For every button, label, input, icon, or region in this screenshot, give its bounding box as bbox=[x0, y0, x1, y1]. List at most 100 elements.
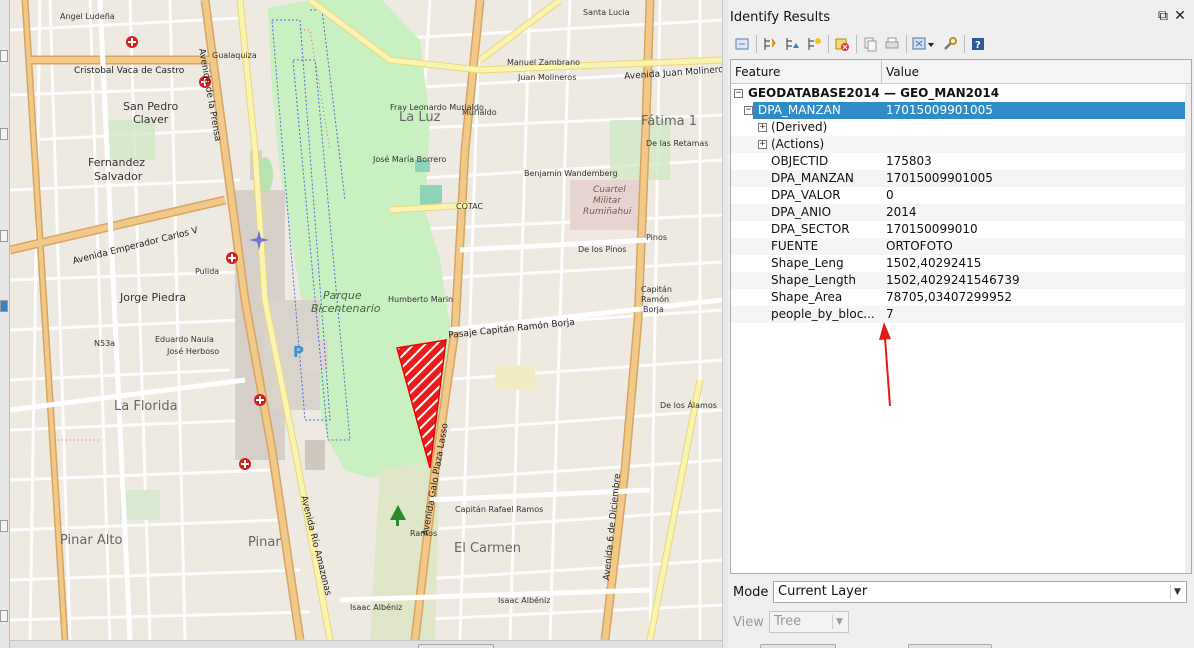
map-label: Manuel Zambrano bbox=[507, 58, 581, 67]
attribute-field: DPA_MANZAN bbox=[771, 171, 854, 185]
panel-title: Identify Results bbox=[730, 10, 831, 25]
tree-group-row[interactable]: + (Actions) bbox=[731, 136, 1191, 153]
map-label: Angel Ludeña bbox=[60, 12, 115, 21]
chevron-down-icon[interactable]: ▼ bbox=[1170, 585, 1184, 599]
map-label: Pulida bbox=[195, 267, 220, 276]
panel-bottom-button[interactable] bbox=[908, 644, 992, 648]
attribute-value: 0 bbox=[886, 188, 894, 202]
chevron-down-icon[interactable]: ▼ bbox=[832, 615, 846, 629]
attribute-row[interactable]: Shape_Length 1502,4029241546739 bbox=[731, 272, 1191, 289]
map-label: Ramón bbox=[641, 295, 670, 304]
expand-icon[interactable]: + bbox=[758, 123, 767, 132]
strip-button[interactable] bbox=[0, 230, 8, 242]
attribute-value: 175803 bbox=[886, 154, 932, 168]
view-select[interactable]: Tree ▼ bbox=[769, 611, 849, 633]
attribute-field: DPA_SECTOR bbox=[771, 222, 850, 236]
map-label: De las Retamas bbox=[646, 139, 709, 148]
group-label: (Actions) bbox=[771, 137, 825, 151]
expand-all-icon[interactable] bbox=[782, 34, 802, 54]
map-label: Murialdo bbox=[462, 108, 497, 117]
clear-results-icon[interactable] bbox=[832, 34, 852, 54]
column-header-value[interactable]: Value bbox=[882, 60, 1191, 84]
attribute-value: 2014 bbox=[886, 205, 917, 219]
collapse-icon[interactable]: − bbox=[734, 89, 743, 98]
column-header-feature[interactable]: Feature bbox=[731, 60, 882, 84]
attribute-row[interactable]: Shape_Leng 1502,40292415 bbox=[731, 255, 1191, 272]
attribute-field: people_by_bloc... bbox=[771, 307, 875, 321]
map-label: Militar bbox=[593, 196, 622, 206]
map-label: Bicentenario bbox=[311, 302, 381, 315]
strip-button[interactable] bbox=[0, 520, 8, 532]
expand-new-icon[interactable] bbox=[804, 34, 824, 54]
map-bottom-button[interactable] bbox=[418, 644, 494, 648]
attribute-row[interactable]: OBJECTID 175803 bbox=[731, 153, 1191, 170]
mode-select[interactable]: Current Layer ▼ bbox=[773, 581, 1187, 603]
expand-icon[interactable] bbox=[732, 34, 752, 54]
attribute-value: 1502,40292415 bbox=[886, 256, 982, 270]
attribute-field: Shape_Area bbox=[771, 290, 843, 304]
svg-text:?: ? bbox=[975, 40, 981, 51]
view-label: View bbox=[733, 615, 764, 630]
attribute-field: FUENTE bbox=[771, 239, 819, 253]
attribute-row[interactable]: DPA_ANIO 2014 bbox=[731, 204, 1191, 221]
collapse-all-icon[interactable] bbox=[760, 34, 780, 54]
attribute-value: 17015009901005 bbox=[886, 171, 993, 185]
group-label: (Derived) bbox=[771, 120, 828, 134]
map-label: La Luz bbox=[399, 110, 441, 125]
settings-wrench-icon[interactable] bbox=[940, 34, 960, 54]
help-icon[interactable]: ? bbox=[968, 34, 988, 54]
view-row: View Tree ▼ bbox=[732, 611, 932, 633]
tree-layer-row[interactable]: − GEODATABASE2014 — GEO_MAN2014 bbox=[731, 85, 1191, 102]
map-label: COTAC bbox=[456, 202, 484, 211]
tree-scrollbar[interactable] bbox=[1185, 84, 1191, 573]
annotation-arrow-icon bbox=[879, 322, 891, 407]
attribute-field: DPA_ANIO bbox=[771, 205, 832, 219]
map-label: Juan Molineros bbox=[518, 73, 577, 82]
map-label: Fernandez bbox=[88, 156, 146, 169]
close-icon[interactable]: ✕ bbox=[1172, 8, 1188, 24]
map-canvas[interactable]: P Cristobal Vaca de Castro San Pedro Cla… bbox=[10, 0, 722, 640]
map-label: Isaac Albéniz bbox=[498, 596, 551, 605]
identify-toolbar: ? bbox=[732, 32, 1192, 56]
feature-value: 17015009901005 bbox=[886, 103, 993, 117]
map-label: Rumiñahui bbox=[583, 207, 632, 217]
map-label: De los Pinos bbox=[578, 245, 627, 254]
strip-button[interactable] bbox=[0, 50, 8, 62]
identify-mode-icon[interactable] bbox=[910, 34, 938, 54]
attribute-row[interactable]: people_by_bloc... 7 bbox=[731, 306, 1191, 323]
expand-icon[interactable]: + bbox=[758, 140, 767, 149]
map-label: Cuartel bbox=[593, 185, 626, 195]
attribute-row[interactable]: FUENTE ORTOFOTO bbox=[731, 238, 1191, 255]
identify-results-tree[interactable]: Feature Value − GEODATABASE2014 — GEO_MA… bbox=[730, 59, 1192, 574]
map-label: Pinos bbox=[646, 233, 668, 242]
tree-group-row[interactable]: + (Derived) bbox=[731, 119, 1191, 136]
attribute-row[interactable]: Shape_Area 78705,03407299952 bbox=[731, 289, 1191, 306]
attribute-row[interactable]: DPA_VALOR 0 bbox=[731, 187, 1191, 204]
strip-button[interactable] bbox=[0, 300, 8, 312]
collapse-icon[interactable]: − bbox=[744, 106, 753, 115]
mode-label: Mode bbox=[733, 585, 769, 600]
identify-results-panel: Identify Results ⧉ ✕ ? Feature Value − G… bbox=[728, 0, 1194, 648]
attribute-row[interactable]: DPA_MANZAN 17015009901005 bbox=[731, 170, 1191, 187]
map-label: Borja bbox=[643, 305, 664, 314]
left-toolbar-strip bbox=[0, 0, 10, 648]
map-label: Cristobal Vaca de Castro bbox=[74, 66, 185, 76]
attribute-value: 78705,03407299952 bbox=[886, 290, 1012, 304]
app-window: P Cristobal Vaca de Castro San Pedro Cla… bbox=[0, 0, 1194, 648]
map-label: Parque bbox=[323, 289, 362, 302]
layer-name: GEODATABASE2014 — GEO_MAN2014 bbox=[748, 86, 1000, 100]
map-label: Pinar bbox=[248, 535, 281, 550]
copy-feature-icon[interactable] bbox=[860, 34, 880, 54]
attribute-row[interactable]: DPA_SECTOR 170150099010 bbox=[731, 221, 1191, 238]
map-label: José Herboso bbox=[167, 347, 220, 356]
strip-button[interactable] bbox=[0, 128, 8, 140]
float-panel-icon[interactable]: ⧉ bbox=[1155, 8, 1171, 24]
map-label: Isaac Albéniz bbox=[350, 603, 403, 612]
mode-value: Current Layer bbox=[778, 584, 868, 599]
strip-button[interactable] bbox=[0, 610, 8, 622]
tree-feature-row[interactable]: − DPA_MANZAN 17015009901005 bbox=[731, 102, 1191, 119]
map-label: Jorge Piedra bbox=[120, 291, 187, 304]
panel-bottom-button[interactable] bbox=[760, 644, 836, 648]
attribute-value: 1502,4029241546739 bbox=[886, 273, 1020, 287]
print-icon[interactable] bbox=[882, 34, 902, 54]
